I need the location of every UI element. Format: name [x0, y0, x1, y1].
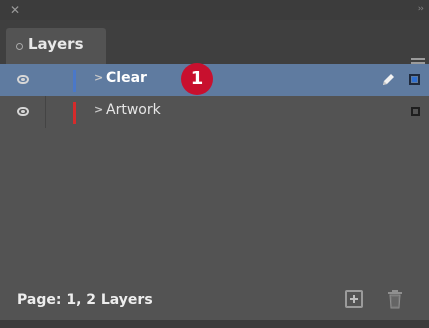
pen-icon	[383, 74, 394, 85]
layer-color-swatch	[73, 70, 76, 92]
grip-icon	[16, 43, 23, 50]
tab-label: Layers	[28, 35, 84, 53]
close-icon[interactable]: ✕	[10, 3, 20, 17]
chevron-right-icon[interactable]: >	[94, 103, 103, 116]
status-text: Page: 1, 2 Layers	[17, 292, 153, 308]
callout-badge: 1	[181, 63, 213, 95]
eye-icon[interactable]	[17, 107, 29, 116]
layer-row-artwork[interactable]: > Artwork	[0, 96, 429, 128]
panel-footer: Page: 1, 2 Layers	[0, 284, 429, 320]
panel-titlebar: ✕ ››	[0, 0, 429, 20]
target-square-icon[interactable]	[409, 74, 420, 85]
resize-strip[interactable]	[0, 320, 429, 328]
tab-layers[interactable]: Layers	[6, 28, 106, 64]
new-layer-icon[interactable]	[345, 290, 363, 308]
chevron-right-icon[interactable]: >	[94, 71, 103, 84]
tab-strip: Layers	[0, 20, 429, 68]
layer-row-clear[interactable]: > Clear	[0, 64, 429, 96]
layers-panel: ✕ ›› Layers > Clear > Artwork 1 Page: 1,…	[0, 0, 429, 328]
trash-icon[interactable]	[386, 289, 404, 309]
layer-name[interactable]: Clear	[106, 70, 147, 86]
layer-color-swatch	[73, 102, 76, 124]
collapse-icon[interactable]: ››	[418, 4, 424, 14]
eye-icon[interactable]	[17, 75, 29, 84]
layer-name[interactable]: Artwork	[106, 102, 161, 118]
target-square-icon[interactable]	[411, 107, 420, 116]
